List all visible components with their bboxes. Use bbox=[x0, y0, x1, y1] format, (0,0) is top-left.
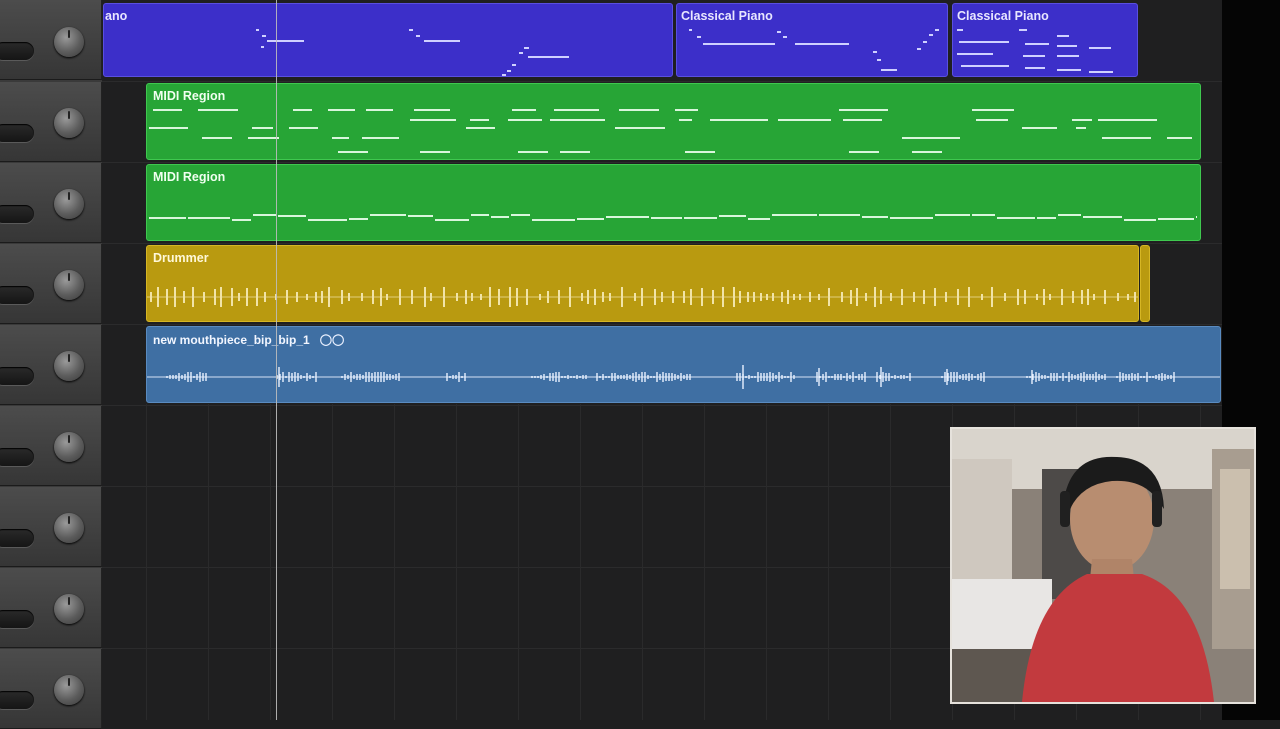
piano-region-1[interactable]: ano bbox=[103, 3, 673, 77]
volume-knob[interactable] bbox=[54, 270, 84, 300]
midi-region-1[interactable]: MIDI Region bbox=[146, 83, 1201, 160]
grid-line bbox=[146, 404, 147, 720]
grid-line bbox=[580, 404, 581, 720]
playhead[interactable] bbox=[276, 0, 277, 720]
track-button[interactable] bbox=[0, 610, 34, 628]
drummer-region[interactable]: Drummer bbox=[146, 245, 1139, 322]
grid-line bbox=[518, 404, 519, 720]
track-header-7[interactable] bbox=[0, 487, 102, 567]
track-button[interactable] bbox=[0, 691, 34, 709]
midi-notes bbox=[689, 29, 939, 71]
lane-divider bbox=[102, 243, 1222, 244]
track-header-5[interactable] bbox=[0, 325, 102, 405]
volume-knob[interactable] bbox=[54, 675, 84, 705]
track-button[interactable] bbox=[0, 529, 34, 547]
lane-divider bbox=[102, 162, 1222, 163]
track-button[interactable] bbox=[0, 124, 34, 142]
webcam-overlay bbox=[950, 427, 1256, 704]
midi-notes bbox=[957, 29, 1113, 73]
lane-divider bbox=[102, 81, 1222, 82]
grid-line bbox=[704, 404, 705, 720]
piano-region-3[interactable]: Classical Piano bbox=[952, 3, 1138, 77]
audio-waveform bbox=[147, 365, 1220, 389]
track-header-6[interactable] bbox=[0, 406, 102, 486]
webcam-image bbox=[952, 429, 1254, 702]
midi-region-2[interactable]: MIDI Region bbox=[146, 164, 1201, 241]
grid-line bbox=[642, 404, 643, 720]
grid-line bbox=[890, 404, 891, 720]
track-button[interactable] bbox=[0, 42, 34, 60]
piano-region-2[interactable]: Classical Piano bbox=[676, 3, 948, 77]
volume-knob[interactable] bbox=[54, 351, 84, 381]
lane-divider bbox=[102, 324, 1222, 325]
track-headers bbox=[0, 0, 102, 729]
grid-line bbox=[332, 404, 333, 720]
grid-line bbox=[208, 404, 209, 720]
volume-knob[interactable] bbox=[54, 513, 84, 543]
track-button[interactable] bbox=[0, 367, 34, 385]
grid-line bbox=[456, 404, 457, 720]
track-header-3[interactable] bbox=[0, 163, 102, 243]
track-header-1[interactable] bbox=[0, 0, 102, 80]
grid-line bbox=[394, 404, 395, 720]
grid-line bbox=[270, 404, 271, 720]
track-header-8[interactable] bbox=[0, 568, 102, 648]
volume-knob[interactable] bbox=[54, 189, 84, 219]
track-header-2[interactable] bbox=[0, 82, 102, 162]
track-button[interactable] bbox=[0, 448, 34, 466]
track-header-9[interactable] bbox=[0, 649, 102, 729]
track-header-4[interactable] bbox=[0, 244, 102, 324]
midi-notes bbox=[149, 214, 1197, 221]
track-button[interactable] bbox=[0, 286, 34, 304]
midi-notes bbox=[256, 29, 569, 76]
volume-knob[interactable] bbox=[54, 108, 84, 138]
track-button[interactable] bbox=[0, 205, 34, 223]
midi-notes bbox=[149, 109, 1192, 153]
audio-region[interactable]: new mouthpiece_bip_bip_1 ◯◯ bbox=[146, 326, 1221, 403]
volume-knob[interactable] bbox=[54, 27, 84, 57]
volume-knob[interactable] bbox=[54, 594, 84, 624]
grid-line bbox=[766, 404, 767, 720]
drummer-waveform bbox=[147, 287, 1138, 307]
drummer-region-tail[interactable] bbox=[1140, 245, 1150, 322]
volume-knob[interactable] bbox=[54, 432, 84, 462]
grid-line bbox=[828, 404, 829, 720]
